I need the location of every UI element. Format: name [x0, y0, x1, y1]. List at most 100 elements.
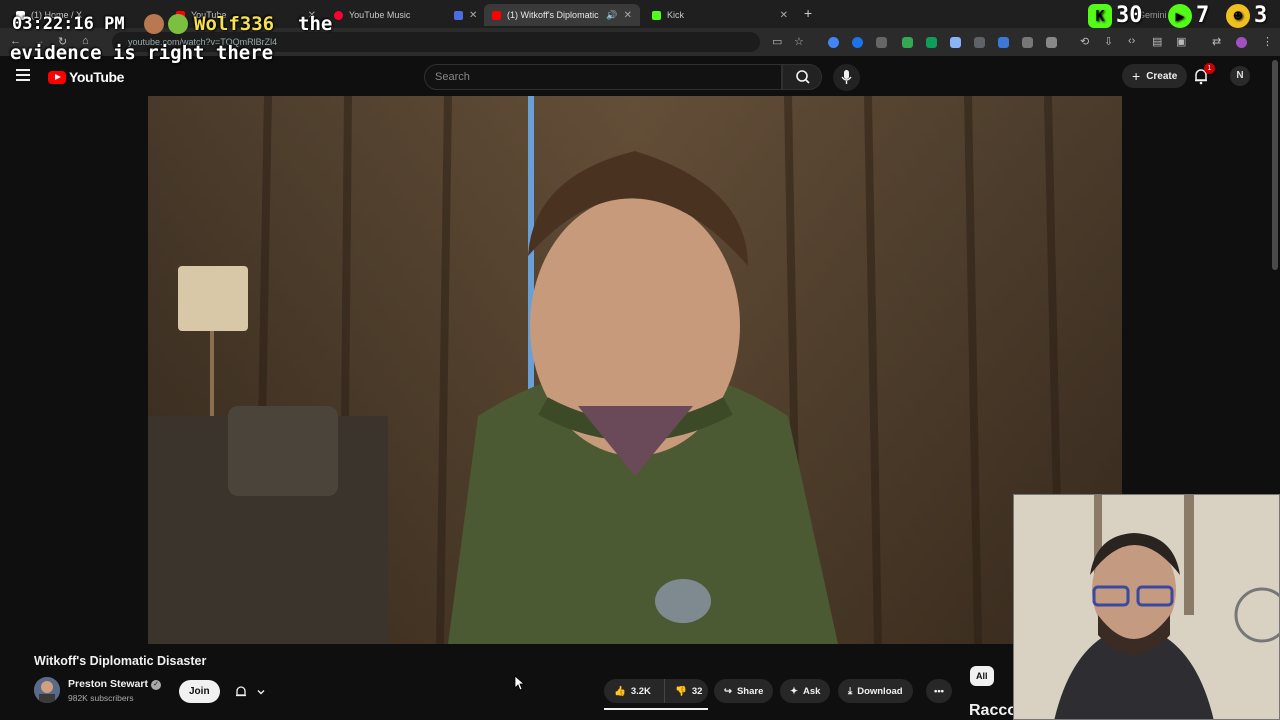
play-counter: ▶ 7: [1168, 3, 1209, 28]
webcam-frame: [1014, 495, 1279, 719]
viewer-counter: ☻ 3: [1226, 3, 1267, 28]
microphone-icon: [841, 70, 852, 84]
subscription-bell-button[interactable]: [226, 680, 274, 703]
account-avatar[interactable]: N: [1230, 66, 1250, 86]
tab-pinned[interactable]: ✕: [446, 4, 482, 26]
verified-check-icon: ✓: [151, 680, 161, 690]
channel-avatar[interactable]: [34, 677, 60, 703]
cast-icon[interactable]: ▭: [772, 35, 782, 48]
youtube-wordmark: YouTube: [69, 69, 125, 85]
sparkle-icon: ✦: [790, 685, 798, 697]
extension-icon[interactable]: [998, 37, 1009, 48]
more-actions-button[interactable]: •••: [926, 679, 952, 703]
sidebar-panel-icon[interactable]: ▤: [1152, 35, 1162, 48]
dislike-count: 32: [691, 685, 703, 697]
chevron-down-icon: [257, 689, 265, 694]
subscriber-count: 982K subscribers: [68, 693, 134, 703]
profile-avatar-icon[interactable]: [1236, 37, 1247, 48]
channel-avatar-image: [34, 677, 60, 703]
like-button[interactable]: 👍 3.2K: [604, 679, 664, 703]
tab-title: Kick: [667, 10, 685, 20]
kick-favicon-icon: [652, 10, 661, 20]
create-label: Create: [1146, 70, 1178, 82]
streamer-webcam: [1013, 494, 1280, 720]
bookmark-star-icon[interactable]: ☆: [794, 35, 804, 48]
puzzle-extensions-icon[interactable]: [1046, 37, 1057, 48]
share-label: Share: [736, 685, 764, 697]
tab-youtube-music[interactable]: YouTube Music: [326, 4, 444, 26]
page-scrollbar[interactable]: [1272, 60, 1278, 270]
notification-count-badge: 1: [1204, 63, 1215, 74]
thumbs-down-icon: 👎: [675, 685, 687, 697]
mail-favicon-icon: [454, 10, 463, 20]
download-label: Download: [857, 685, 903, 697]
screenshot-icon[interactable]: ▣: [1176, 35, 1186, 48]
chat-message-line: evidence is right there: [10, 42, 274, 64]
mouse-cursor-icon: [514, 675, 526, 691]
close-icon[interactable]: ✕: [624, 10, 632, 21]
hamburger-menu-icon[interactable]: [16, 69, 30, 81]
tab-witkoff-video[interactable]: (1) Witkoff's Diplomatic Di 🔊 ✕: [484, 4, 640, 26]
extension-icon[interactable]: [950, 37, 961, 48]
download-tray-icon[interactable]: ⇩: [1104, 35, 1113, 48]
screen: (1) Home / X YouTube ✕ YouTube Music ✕ (…: [0, 0, 1280, 720]
video-frame: [148, 96, 1122, 644]
join-button[interactable]: Join: [179, 680, 220, 703]
play-count: 7: [1196, 3, 1210, 28]
more-horizontal-icon: •••: [934, 685, 944, 697]
extension-icon[interactable]: [974, 37, 985, 48]
extension-icon[interactable]: [926, 37, 937, 48]
bell-icon: [236, 685, 246, 696]
stream-clock: 03:22:16 PM: [12, 14, 125, 34]
devtools-icon[interactable]: ‹›: [1128, 35, 1135, 47]
ask-label: Ask: [802, 685, 821, 697]
like-ratio-bar: [604, 708, 708, 710]
video-title: Witkoff's Diplomatic Disaster: [34, 654, 207, 668]
profile-switch-icon[interactable]: ⇄: [1212, 35, 1221, 48]
chat-avatar-icon: [144, 14, 164, 34]
thumbs-up-icon: 👍: [614, 685, 626, 697]
search-button[interactable]: [782, 64, 822, 90]
share-button[interactable]: ↪ Share: [714, 679, 774, 703]
browser-menu-icon[interactable]: ⋮: [1262, 35, 1273, 48]
create-button[interactable]: + Create: [1122, 64, 1188, 88]
extension-icon[interactable]: [828, 37, 839, 48]
extension-icon[interactable]: [876, 37, 887, 48]
extension-icon[interactable]: [852, 37, 863, 48]
history-icon[interactable]: ⟲: [1080, 35, 1089, 48]
download-icon: ⤓: [848, 685, 853, 697]
play-triangle-icon: ▶: [1168, 3, 1192, 28]
filter-chip-all[interactable]: All: [970, 666, 994, 686]
channel-name[interactable]: Preston Stewart: [68, 678, 148, 690]
extension-icon[interactable]: [1022, 37, 1033, 48]
tab-kick[interactable]: Kick ✕: [644, 4, 796, 26]
dislike-button[interactable]: 👎 32: [664, 679, 708, 703]
close-icon[interactable]: ✕: [469, 10, 477, 21]
youtube-play-logo-icon: [48, 70, 66, 84]
close-icon[interactable]: ✕: [780, 10, 788, 21]
youtube-music-favicon-icon: [334, 10, 343, 20]
youtube-favicon-icon: [492, 10, 501, 20]
like-count: 3.2K: [630, 685, 651, 697]
search-icon: [796, 70, 810, 84]
new-tab-button[interactable]: +: [804, 5, 812, 21]
audio-playing-icon[interactable]: 🔊: [606, 10, 617, 21]
youtube-logo[interactable]: YouTube: [48, 69, 124, 85]
search-input[interactable]: Search: [424, 64, 782, 90]
video-player[interactable]: [148, 96, 1122, 644]
kick-counter: K 30: [1088, 3, 1143, 28]
chat-username: Wolf336: [194, 13, 275, 35]
recommended-video-title[interactable]: Racco: [969, 702, 1017, 720]
chat-message-line: the: [298, 13, 333, 35]
share-arrow-icon: ↪: [724, 685, 732, 697]
ask-button[interactable]: ✦ Ask: [780, 679, 831, 703]
page-background: [0, 96, 148, 644]
smiley-face-icon: ☻: [1226, 3, 1250, 28]
tab-title: YouTube Music: [349, 10, 411, 20]
download-button[interactable]: ⤓ Download: [838, 679, 913, 703]
kick-count: 30: [1116, 3, 1143, 28]
extension-icon[interactable]: [902, 37, 913, 48]
chat-badge-icon: [168, 14, 188, 34]
voice-search-button[interactable]: [833, 64, 860, 91]
viewer-count: 3: [1254, 3, 1268, 28]
